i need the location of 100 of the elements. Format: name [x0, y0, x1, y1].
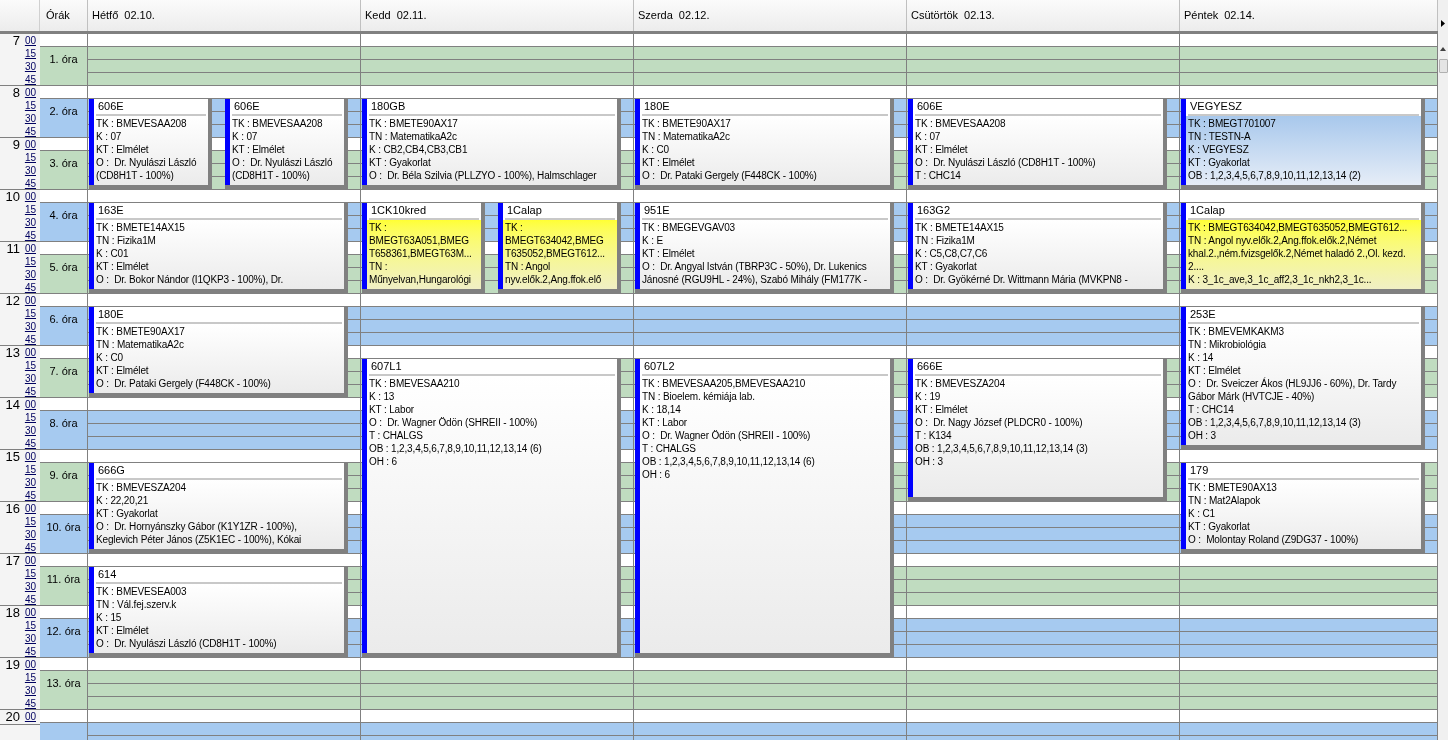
event-detail: OH : 6: [369, 455, 397, 468]
minute-label: 15: [24, 515, 36, 528]
event-detail: KT : Elmélet: [1188, 364, 1241, 377]
day-header[interactable]: Kedd 02.11.: [361, 0, 634, 31]
event-detail: K : 15: [96, 611, 122, 624]
event-detail: O : Dr. Hornyánszky Gábor (K1Y1ZR - 100%),: [96, 520, 297, 533]
event-detail: TK : BMEVESAA210: [369, 377, 460, 390]
minute-label: 30: [24, 580, 36, 593]
minute-label: 15: [24, 203, 36, 216]
minute-label: 30: [24, 528, 36, 541]
event-detail: khal.2.,ném.fvizsgelők.2,Német haladó 2.,Ol. kezd.: [1188, 247, 1406, 260]
event-room: 1Calap: [1190, 204, 1225, 217]
event-detail: K : C01: [96, 247, 129, 260]
event-detail: KT : Gyakorlat: [1188, 156, 1250, 169]
up-arrow-icon[interactable]: [1440, 47, 1446, 51]
event-detail: TK : BMEVESAA208: [96, 117, 187, 130]
minute-label: 00: [24, 502, 36, 515]
hour-label: 9: [11, 138, 21, 154]
minute-label: 15: [24, 47, 36, 60]
event-detail: K : 07: [232, 130, 258, 143]
event-room: 180E: [98, 308, 124, 321]
minute-label: 00: [24, 294, 36, 307]
day-header[interactable]: Szerda 02.12.: [634, 0, 907, 31]
hour-label: 16: [4, 502, 21, 518]
event-detail: O : Dr. Sveiczer Ákos (HL9JJ6 - 60%), Dr. Tardy: [1188, 377, 1397, 390]
event-detail: O : Dr. Nyulászi László: [96, 156, 197, 169]
event-detail: T : CHC14: [915, 169, 961, 182]
event-detail: K : 14: [1188, 351, 1214, 364]
event-detail: K : 3_1c_ave,3_1c_aff2,3_1c_nkh2,3_1c...: [1188, 273, 1372, 286]
event-detail: (CD8H1T - 100%): [96, 169, 174, 182]
event-detail: TK :: [369, 221, 387, 234]
minute-label: 15: [24, 359, 36, 372]
event-detail: TN : Vál.fej.szerv.k: [96, 598, 177, 611]
minute-label: 15: [24, 255, 36, 268]
event-detail: OH : 3: [1188, 429, 1216, 442]
hour-label: 7: [11, 34, 21, 50]
event-detail: KT : Elmélet: [915, 143, 968, 156]
scrollbar-thumb[interactable]: [1438, 59, 1448, 73]
minute-label: 30: [24, 216, 36, 229]
minute-label: 45: [24, 73, 36, 85]
day-date: 02.10.: [124, 8, 155, 24]
period-label: 12. óra: [46, 625, 81, 639]
period-label: 4. óra: [49, 209, 78, 223]
event-detail: TK :: [505, 221, 523, 234]
event-room: 1Calap: [507, 204, 542, 217]
hour-label: 17: [4, 554, 21, 570]
minute-label: 15: [24, 307, 36, 320]
event-detail: O : Dr. Nyulászi László (CD8H1T - 100%): [96, 637, 277, 650]
event-detail: T : CHC14: [1188, 403, 1234, 416]
minute-label: 30: [24, 60, 36, 73]
event-detail: OH : 3: [915, 455, 943, 468]
minute-label: 15: [24, 411, 36, 424]
hour-label: 15: [4, 450, 21, 466]
event-detail: TN : MatematikaA2c: [96, 338, 184, 351]
minute-label: 45: [24, 281, 36, 293]
event-detail: TK : BMEVESZA204: [96, 481, 186, 494]
event-detail: O : Dr. Pataki Gergely (F448CK - 100%): [96, 377, 271, 390]
event-room: 163E: [98, 204, 124, 217]
right-arrow-icon[interactable]: [1441, 20, 1445, 27]
event-detail: O : Molontay Roland (Z9DG37 - 100%): [1188, 533, 1359, 546]
event-detail: Gábor Márk (HVTCJE - 40%): [1188, 390, 1315, 403]
event-detail: K : 18,14: [642, 403, 681, 416]
hour-label: 11: [5, 242, 21, 258]
event-detail: TN : TESTN-A: [1188, 130, 1251, 143]
minute-label: 00: [24, 138, 36, 151]
event-detail: K : CB2,CB4,CB3,CB1: [369, 143, 468, 156]
event-detail: O : Dr. Nyulászi László: [232, 156, 333, 169]
minute-label: 00: [24, 86, 36, 99]
hour-label: 10: [4, 190, 21, 206]
day-header[interactable]: Csütörtök 02.13.: [907, 0, 1180, 31]
event-detail: TN : Angol nyv.elők.2,Ang.ffok.elők.2,Német: [1188, 234, 1377, 247]
period-label: 10. óra: [46, 521, 81, 535]
event-detail: TK : BMEGT701007: [1188, 117, 1276, 130]
event-detail: KT : Elmélet: [642, 247, 695, 260]
day-name: Csütörtök: [911, 8, 959, 24]
event-detail: O : Dr. Angyal István (TBRP3C - 50%), Dr. Lukenics: [642, 260, 867, 273]
day-header[interactable]: Hétfő 02.10.: [88, 0, 361, 31]
minute-label: 15: [24, 619, 36, 632]
event-detail: T635052,BMEGT612...: [505, 247, 605, 260]
event-room: 163G2: [917, 204, 951, 217]
event-room: 606E: [917, 100, 943, 113]
minute-label: 45: [24, 437, 36, 449]
event-detail: KT : Elmélet: [96, 364, 149, 377]
event-detail: TN : Fizika1M: [96, 234, 156, 247]
minute-label: 45: [24, 229, 36, 241]
day-date: 02.14.: [1224, 8, 1255, 24]
minute-label: 30: [24, 112, 36, 125]
hour-label: 8: [11, 86, 21, 102]
event-detail: KT : Labor: [642, 416, 687, 429]
minute-label: 00: [24, 450, 36, 463]
event-room: VEGYESZ: [1190, 100, 1242, 113]
event-detail: TN : Bioelem. kémiája lab.: [642, 390, 755, 403]
minute-label: 00: [24, 554, 36, 567]
scrollbar[interactable]: [1438, 0, 1448, 740]
period-label: 13. óra: [46, 677, 81, 691]
event-detail: TK : BMEVESAA205,BMEVESAA210: [642, 377, 806, 390]
event-detail: TK : BMEVESAA208: [232, 117, 323, 130]
hour-label: 19: [4, 658, 21, 674]
event-room: 180E: [644, 100, 670, 113]
minute-label: 45: [24, 697, 36, 709]
